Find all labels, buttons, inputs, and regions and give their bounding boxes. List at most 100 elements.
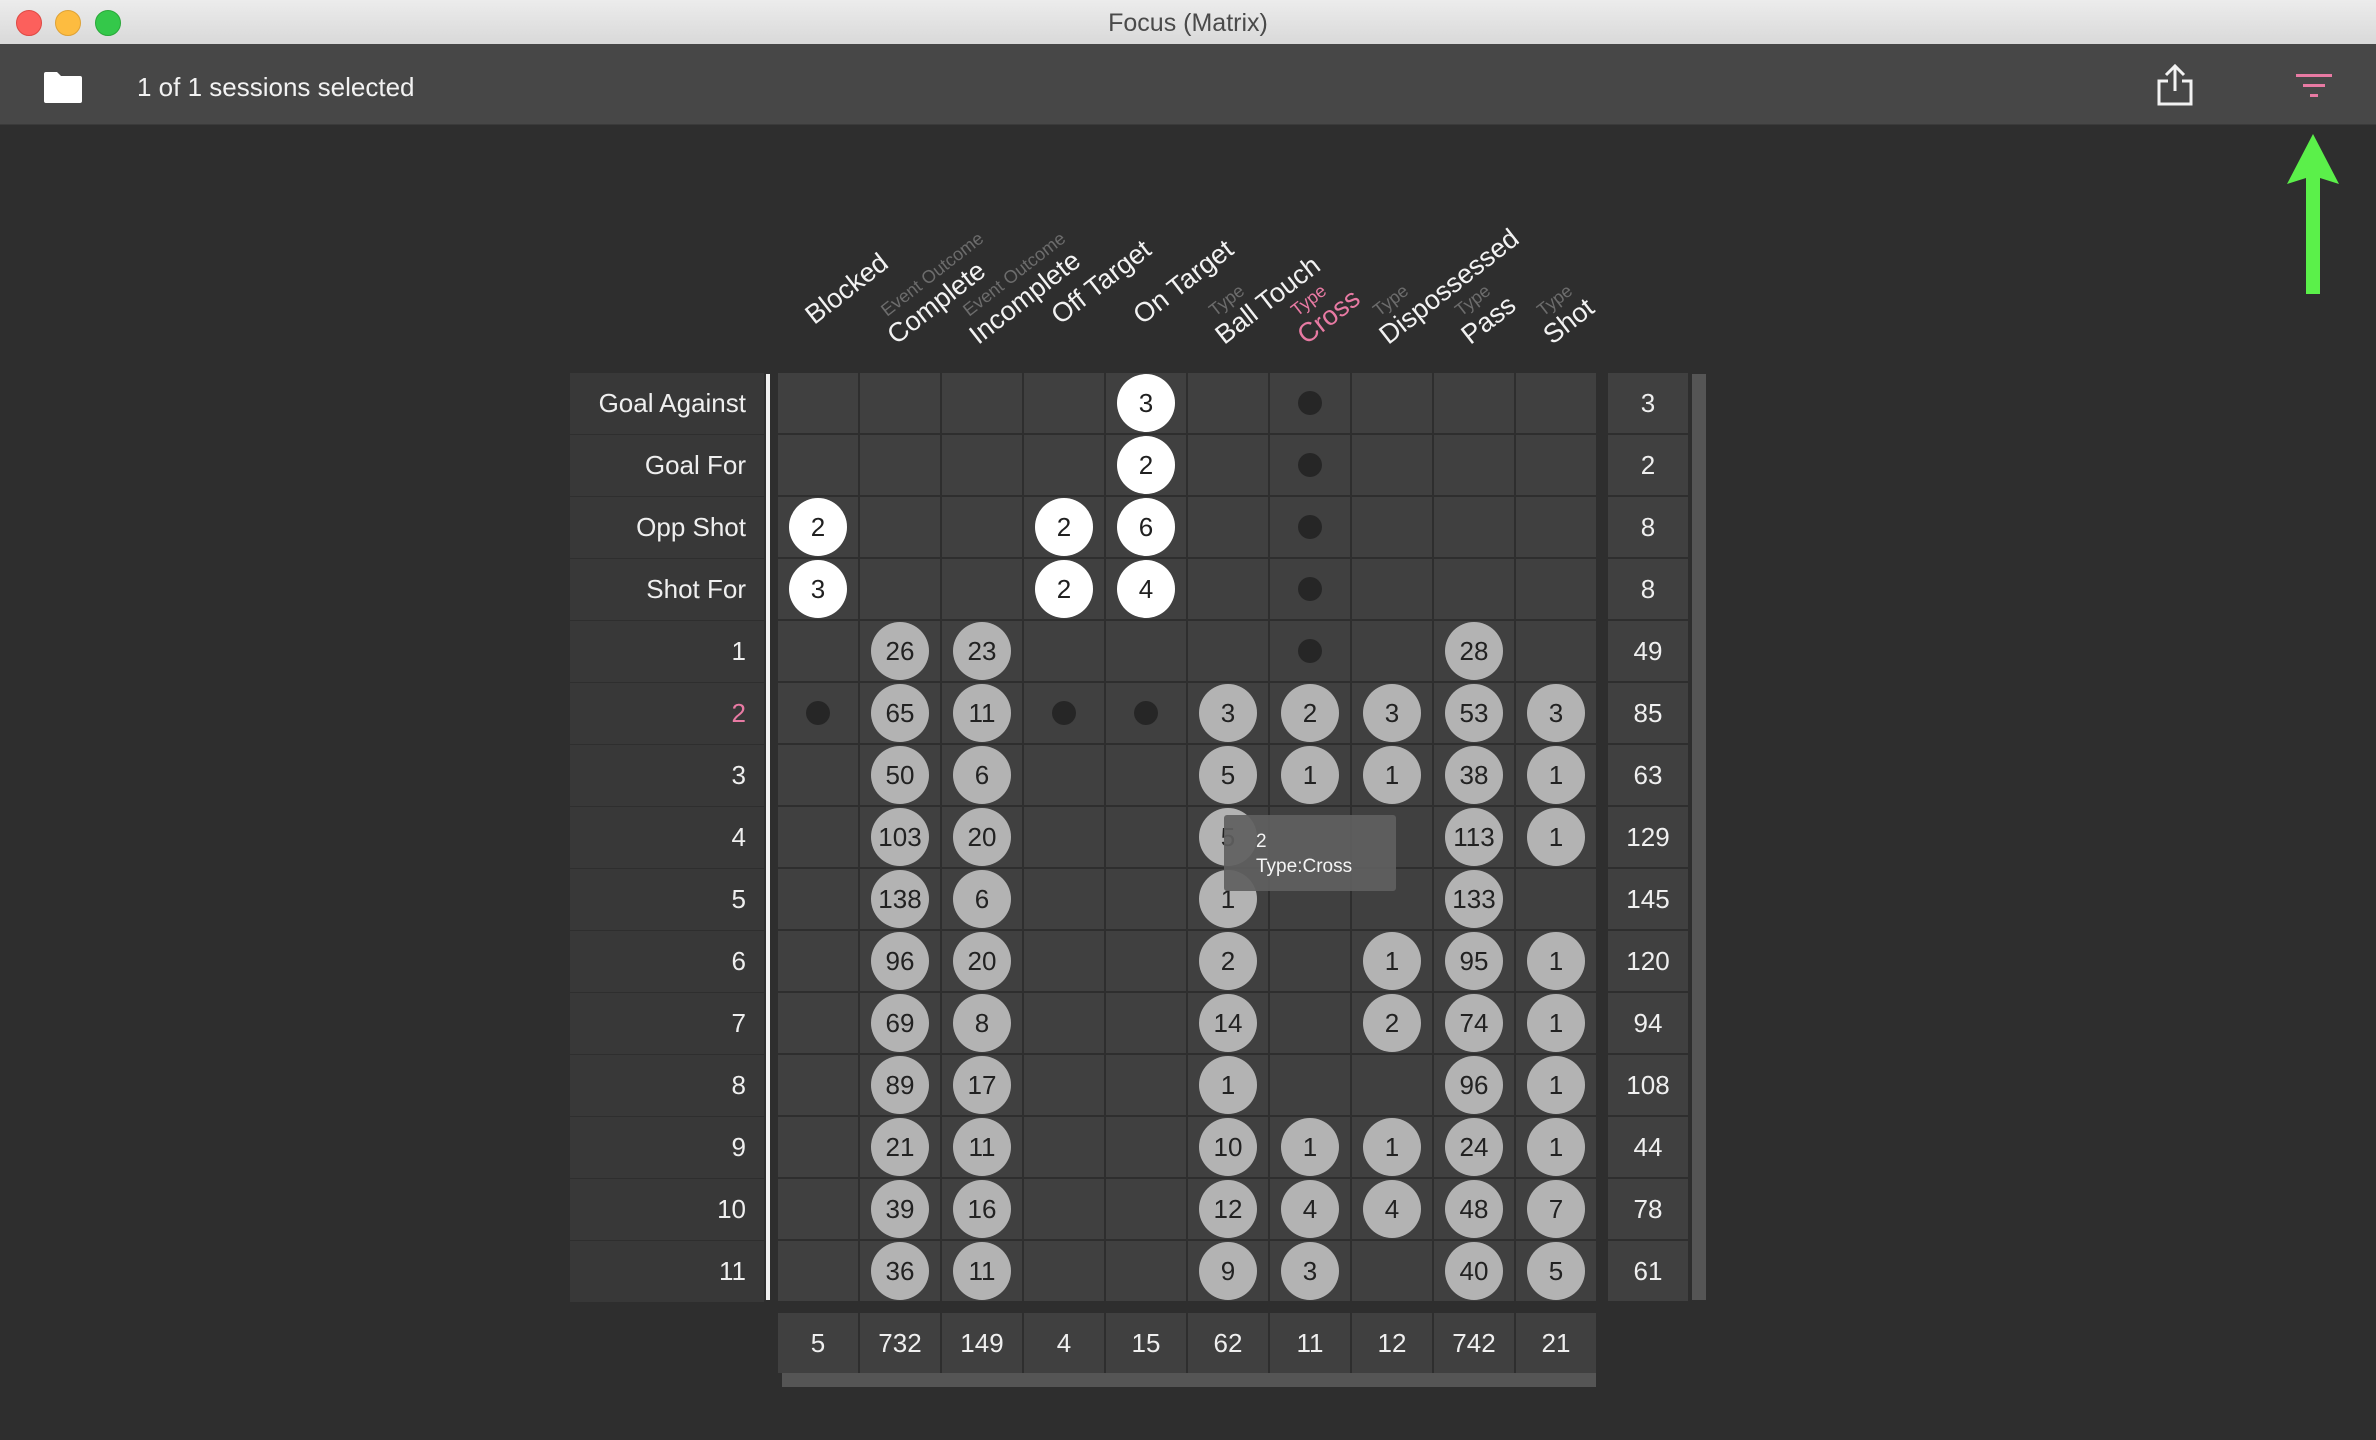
row-label[interactable]: 5 [570, 869, 764, 930]
count-badge[interactable]: 1 [1527, 808, 1585, 866]
matrix-cell[interactable]: 1 [1188, 1055, 1268, 1115]
matrix-cell[interactable] [1024, 373, 1104, 433]
matrix-cell[interactable]: 2 [1270, 683, 1350, 743]
count-badge[interactable]: 10 [1199, 1118, 1257, 1176]
matrix-cell[interactable] [1024, 621, 1104, 681]
matrix-cell[interactable] [942, 497, 1022, 557]
count-badge[interactable]: 6 [1117, 498, 1175, 556]
matrix-cell[interactable]: 113 [1434, 807, 1514, 867]
count-badge[interactable]: 2 [1117, 436, 1175, 494]
count-badge[interactable]: 1 [1281, 1118, 1339, 1176]
matrix-cell[interactable] [778, 1241, 858, 1301]
matrix-cell[interactable] [1188, 435, 1268, 495]
count-badge[interactable]: 2 [789, 498, 847, 556]
matrix-cell[interactable]: 11 [942, 683, 1022, 743]
matrix-cell[interactable]: 23 [942, 621, 1022, 681]
count-badge[interactable]: 113 [1445, 808, 1503, 866]
matrix-cell[interactable] [1352, 497, 1432, 557]
matrix-cell[interactable] [1270, 559, 1350, 619]
matrix-cell[interactable]: 95 [1434, 931, 1514, 991]
matrix-cell[interactable]: 3 [1188, 683, 1268, 743]
matrix-cell[interactable] [1188, 621, 1268, 681]
matrix-cell[interactable] [860, 373, 940, 433]
matrix-cell[interactable]: 1 [1516, 807, 1596, 867]
matrix-cell[interactable] [942, 373, 1022, 433]
matrix-cell[interactable] [1106, 993, 1186, 1053]
count-badge[interactable]: 21 [871, 1118, 929, 1176]
count-badge[interactable]: 20 [953, 932, 1011, 990]
matrix-cell[interactable] [1024, 931, 1104, 991]
matrix-cell[interactable]: 96 [1434, 1055, 1514, 1115]
matrix-cell[interactable] [1434, 435, 1514, 495]
matrix-cell[interactable]: 7 [1516, 1179, 1596, 1239]
matrix-cell[interactable]: 1 [1516, 745, 1596, 805]
row-label[interactable]: 7 [570, 993, 764, 1054]
matrix-cell[interactable]: 2 [1188, 931, 1268, 991]
matrix-cell[interactable] [1106, 1055, 1186, 1115]
matrix-cell[interactable]: 9 [1188, 1241, 1268, 1301]
matrix-cell[interactable] [1434, 373, 1514, 433]
matrix-cell[interactable]: 6 [1106, 497, 1186, 557]
row-label[interactable]: 1 [570, 621, 764, 682]
matrix-cell[interactable]: 5 [1188, 745, 1268, 805]
count-badge[interactable]: 1 [1363, 932, 1421, 990]
row-label[interactable]: 8 [570, 1055, 764, 1116]
matrix-cell[interactable]: 2 [1352, 993, 1432, 1053]
filter-icon[interactable] [2295, 72, 2333, 100]
matrix-cell[interactable] [778, 373, 858, 433]
matrix-cell[interactable]: 21 [860, 1117, 940, 1177]
matrix-cell[interactable]: 4 [1106, 559, 1186, 619]
matrix-cell[interactable]: 24 [1434, 1117, 1514, 1177]
horizontal-scrollbar[interactable] [782, 1373, 1596, 1387]
vertical-scrollbar[interactable] [1692, 374, 1706, 1300]
matrix-cell[interactable]: 1 [1352, 1117, 1432, 1177]
count-badge[interactable]: 1 [1527, 1118, 1585, 1176]
column-header[interactable]: Type Shot [1525, 276, 1600, 350]
matrix-cell[interactable]: 133 [1434, 869, 1514, 929]
count-badge[interactable]: 24 [1445, 1118, 1503, 1176]
matrix-cell[interactable]: 2 [778, 497, 858, 557]
count-badge[interactable]: 11 [953, 1118, 1011, 1176]
matrix-cell[interactable] [1270, 373, 1350, 433]
matrix-cell[interactable]: 53 [1434, 683, 1514, 743]
matrix-cell[interactable] [1516, 373, 1596, 433]
matrix-cell[interactable]: 1 [1270, 745, 1350, 805]
matrix-cell[interactable] [1188, 497, 1268, 557]
matrix-cell[interactable] [778, 745, 858, 805]
matrix-cell[interactable] [778, 807, 858, 867]
count-badge[interactable]: 4 [1363, 1180, 1421, 1238]
matrix-cell[interactable]: 96 [860, 931, 940, 991]
matrix-cell[interactable] [1024, 807, 1104, 867]
matrix-cell[interactable]: 1 [1516, 1055, 1596, 1115]
matrix-cell[interactable] [1270, 1055, 1350, 1115]
matrix-cell[interactable] [1106, 931, 1186, 991]
count-badge[interactable]: 3 [1117, 374, 1175, 432]
count-badge[interactable]: 20 [953, 808, 1011, 866]
matrix-cell[interactable]: 6 [942, 745, 1022, 805]
count-badge[interactable]: 28 [1445, 622, 1503, 680]
count-badge[interactable]: 89 [871, 1056, 929, 1114]
matrix-cell[interactable]: 1 [1516, 993, 1596, 1053]
matrix-cell[interactable]: 48 [1434, 1179, 1514, 1239]
count-badge[interactable]: 74 [1445, 994, 1503, 1052]
count-badge[interactable]: 4 [1117, 560, 1175, 618]
matrix-cell[interactable] [1024, 1241, 1104, 1301]
count-badge[interactable]: 11 [953, 1242, 1011, 1300]
count-badge[interactable]: 1 [1199, 1056, 1257, 1114]
matrix-cell[interactable] [778, 435, 858, 495]
count-badge[interactable]: 38 [1445, 746, 1503, 804]
matrix-cell[interactable]: 20 [942, 931, 1022, 991]
count-badge[interactable]: 3 [1527, 684, 1585, 742]
matrix-cell[interactable]: 17 [942, 1055, 1022, 1115]
matrix-cell[interactable] [1106, 745, 1186, 805]
count-badge[interactable]: 69 [871, 994, 929, 1052]
matrix-cell[interactable] [1106, 1117, 1186, 1177]
matrix-cell[interactable] [1516, 559, 1596, 619]
count-badge[interactable]: 40 [1445, 1242, 1503, 1300]
matrix-cell[interactable]: 11 [942, 1241, 1022, 1301]
matrix-cell[interactable]: 10 [1188, 1117, 1268, 1177]
matrix-cell[interactable] [1106, 807, 1186, 867]
count-badge[interactable]: 1 [1363, 746, 1421, 804]
matrix-cell[interactable]: 39 [860, 1179, 940, 1239]
matrix-cell[interactable] [1024, 683, 1104, 743]
